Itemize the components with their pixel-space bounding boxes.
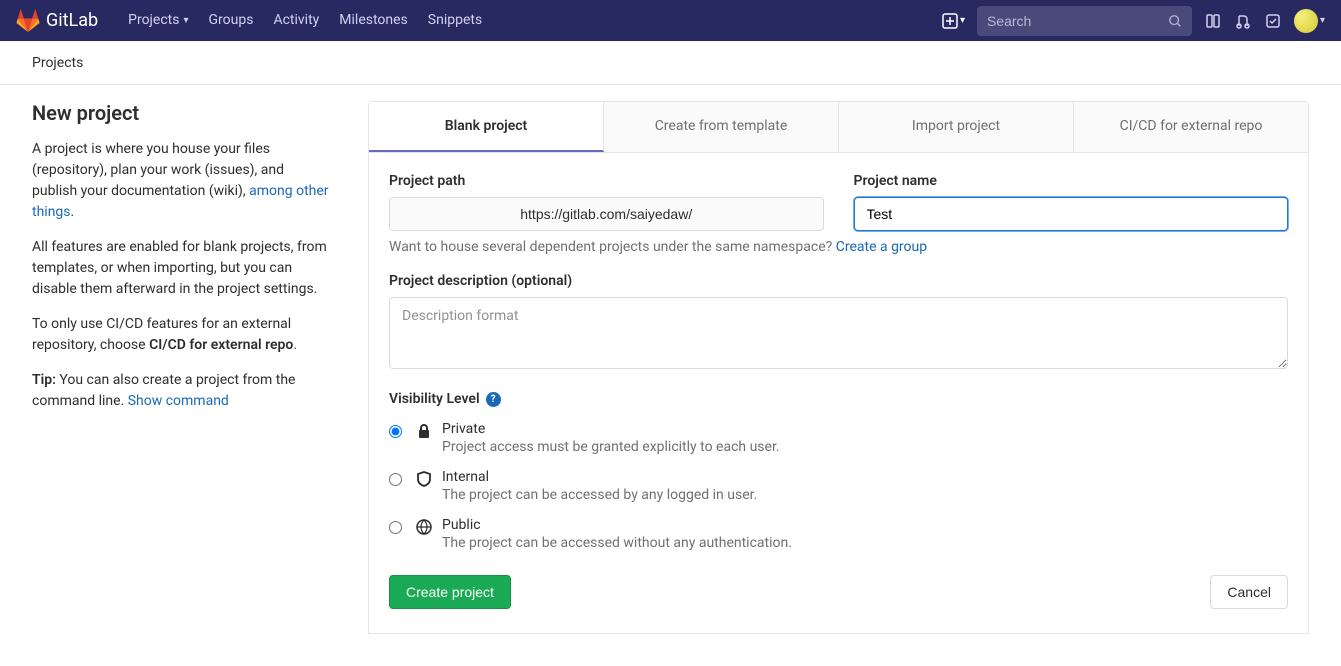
tab-create-from-template[interactable]: Create from template — [604, 102, 839, 152]
create-project-button[interactable]: Create project — [389, 575, 511, 609]
top-navbar: GitLab Projects▾ Groups Activity Milesto… — [0, 0, 1341, 41]
gitlab-logo[interactable]: GitLab — [16, 9, 98, 33]
visibility-label: Visibility Level ? — [389, 391, 1288, 407]
create-group-link[interactable]: Create a group — [836, 239, 927, 255]
avatar — [1294, 9, 1318, 33]
description-label: Project description (optional) — [389, 273, 1288, 289]
visibility-public[interactable]: Public The project can be accessed witho… — [389, 517, 1288, 551]
info-p4: Tip: You can also create a project from … — [32, 370, 332, 412]
breadcrumb-item[interactable]: Projects — [32, 55, 83, 71]
merge-requests-icon[interactable] — [1234, 12, 1252, 30]
show-command-link[interactable]: Show command — [128, 393, 229, 409]
main-content: New project A project is where you house… — [0, 85, 1341, 666]
info-p1: A project is where you house your files … — [32, 139, 332, 223]
blank-project-form: Project path Project name Want to house … — [368, 153, 1309, 634]
help-icon[interactable]: ? — [486, 392, 501, 407]
visibility-private-radio[interactable] — [389, 425, 402, 438]
nav-milestones[interactable]: Milestones — [329, 0, 418, 41]
breadcrumb: Projects — [0, 41, 1341, 85]
info-sidebar: New project A project is where you house… — [32, 101, 332, 634]
nav-links: Projects▾ Groups Activity Milestones Sni… — [118, 0, 492, 41]
chevron-down-icon: ▾ — [183, 0, 188, 41]
nav-activity[interactable]: Activity — [263, 0, 329, 41]
cancel-button[interactable]: Cancel — [1210, 575, 1288, 609]
nav-groups[interactable]: Groups — [199, 0, 264, 41]
search-input[interactable] — [987, 13, 1168, 29]
lock-icon — [416, 423, 432, 439]
project-path-label: Project path — [389, 173, 824, 189]
project-type-tabs: Blank project Create from template Impor… — [368, 101, 1309, 153]
shield-icon — [416, 471, 432, 487]
chevron-down-icon: ▾ — [960, 15, 965, 26]
plus-square-icon — [942, 13, 958, 29]
search-icon — [1168, 13, 1182, 29]
globe-icon — [416, 519, 432, 535]
project-name-input[interactable] — [854, 197, 1289, 231]
tab-cicd-external[interactable]: CI/CD for external repo — [1074, 102, 1308, 152]
nav-snippets[interactable]: Snippets — [418, 0, 492, 41]
tanuki-icon — [16, 9, 40, 33]
form-actions: Create project Cancel — [389, 575, 1288, 609]
user-menu[interactable]: ▾ — [1294, 9, 1325, 33]
form-panel: Blank project Create from template Impor… — [368, 101, 1309, 634]
issues-icon[interactable] — [1204, 12, 1222, 30]
brand-text: GitLab — [46, 10, 98, 31]
new-dropdown[interactable]: ▾ — [942, 13, 965, 29]
navbar-left: GitLab Projects▾ Groups Activity Milesto… — [16, 0, 492, 41]
project-path-input[interactable] — [389, 197, 824, 231]
tab-import-project[interactable]: Import project — [839, 102, 1074, 152]
nav-projects[interactable]: Projects▾ — [118, 0, 198, 41]
navbar-right: ▾ ▾ — [942, 6, 1325, 36]
visibility-internal-radio[interactable] — [389, 473, 402, 486]
visibility-public-radio[interactable] — [389, 521, 402, 534]
chevron-down-icon: ▾ — [1320, 15, 1325, 26]
project-name-label: Project name — [854, 173, 1289, 189]
search-box[interactable] — [977, 6, 1192, 36]
visibility-private[interactable]: Private Project access must be granted e… — [389, 421, 1288, 455]
info-p3: To only use CI/CD features for an extern… — [32, 314, 332, 356]
visibility-internal[interactable]: Internal The project can be accessed by … — [389, 469, 1288, 503]
description-input[interactable] — [389, 297, 1288, 369]
page-title: New project — [32, 101, 332, 125]
todos-icon[interactable] — [1264, 12, 1282, 30]
info-p2: All features are enabled for blank proje… — [32, 237, 332, 300]
namespace-help: Want to house several dependent projects… — [389, 239, 1288, 255]
tab-blank-project[interactable]: Blank project — [369, 102, 604, 152]
